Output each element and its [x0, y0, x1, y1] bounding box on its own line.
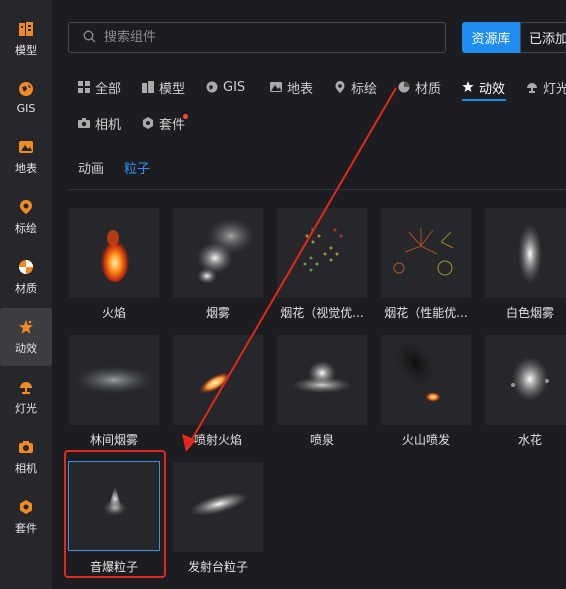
sidebar-item-label: GIS [16, 101, 36, 115]
firework-thumbnail [277, 208, 367, 298]
model-icon [17, 20, 35, 38]
sidebar-item-label: 动效 [15, 342, 37, 355]
category-all[interactable]: 全部 [78, 77, 121, 97]
terrain-icon [17, 138, 35, 156]
camera-icon [17, 438, 35, 456]
terrain-icon [270, 81, 282, 93]
category-model[interactable]: 模型 [142, 77, 185, 97]
category-label: 地表 [287, 81, 314, 97]
new-badge-dot [183, 114, 188, 119]
marker-icon [17, 198, 35, 216]
category-terrain[interactable]: 地表 [270, 77, 313, 97]
item-label: 喷射火焰 [193, 433, 242, 447]
sidebar-item-label: 相机 [15, 462, 37, 475]
sidebar-item-terrain[interactable]: 地表 [0, 128, 52, 186]
category-camera[interactable]: 相机 [78, 113, 121, 133]
sidebar-item-label: 地表 [15, 162, 37, 175]
pin-icon [334, 81, 346, 93]
fire-thumbnail [69, 208, 159, 298]
splash-thumbnail [485, 335, 566, 425]
material-icon [17, 258, 35, 276]
subtab-animation[interactable]: 动画 [78, 158, 104, 177]
item-label: 喷泉 [309, 433, 334, 447]
smoke-thumbnail [173, 208, 263, 298]
sidebar-item-effect[interactable]: 动效 [0, 308, 52, 366]
sidebar-item-light[interactable]: 灯光 [0, 368, 52, 426]
sidebar-item-label: 材质 [15, 282, 37, 295]
item-label: 林间烟雾 [89, 433, 138, 447]
category-gis[interactable]: GIS [206, 77, 245, 97]
active-category-underline [462, 99, 506, 101]
launchpad-thumbnail [173, 462, 263, 552]
item-label: 烟花（视觉优... [280, 306, 364, 320]
globe-icon [206, 81, 218, 93]
item-label: 水花 [517, 433, 542, 447]
category-label: 标绘 [351, 81, 378, 97]
forest-fog-thumbnail [69, 335, 159, 425]
camera-icon [78, 117, 90, 129]
category-label: 相机 [95, 117, 122, 133]
sidebar-item-label: 灯光 [15, 402, 37, 415]
search-input[interactable] [104, 30, 424, 45]
effect-icon [17, 318, 35, 336]
category-label: 全部 [95, 81, 122, 97]
item-label: 火山喷发 [401, 433, 450, 447]
item-label: 烟雾 [205, 306, 230, 320]
category-effect[interactable]: 动效 [462, 77, 505, 97]
star-icon [462, 81, 474, 93]
building-icon [142, 81, 154, 93]
white-smoke-thumbnail [485, 208, 566, 298]
sidebar-item-model[interactable]: 模型 [0, 10, 52, 68]
category-material[interactable]: 材质 [398, 77, 441, 97]
highlight-box [64, 450, 166, 578]
kit-icon [17, 498, 35, 516]
subtab-particle[interactable]: 粒子 [124, 158, 150, 177]
category-kit[interactable]: 套件 [142, 113, 185, 133]
volcano-thumbnail [381, 335, 471, 425]
sidebar-item-gis[interactable]: GIS [0, 68, 52, 126]
tab-added[interactable]: 已添加 [520, 22, 566, 53]
sidebar-item-marker[interactable]: 标绘 [0, 188, 52, 246]
material-ball-icon [398, 81, 410, 93]
component-library-panel: 资源库 已添加 全部 模型 GIS 地表 标绘 材质 动效 灯光 相机 套件 [52, 0, 566, 589]
jet-flame-thumbnail [173, 335, 263, 425]
light-icon [17, 378, 35, 396]
divider [68, 189, 566, 190]
sidebar-item-label: 模型 [15, 44, 37, 57]
category-label: 动效 [479, 81, 506, 97]
search-icon [83, 28, 96, 47]
category-light[interactable]: 灯光 [526, 77, 566, 97]
category-marker[interactable]: 标绘 [334, 77, 377, 97]
gis-icon [17, 80, 35, 98]
item-label: 烟花（性能优... [384, 306, 468, 320]
sidebar-item-label: 套件 [15, 522, 37, 535]
firework-thumbnail [381, 208, 471, 298]
tab-resource-library[interactable]: 资源库 [462, 22, 520, 53]
category-label: 材质 [415, 81, 442, 97]
lamp-icon [526, 81, 538, 93]
grid-icon [78, 81, 90, 93]
item-label: 发射台粒子 [187, 560, 248, 574]
left-sidebar: 模型 GIS 地表 标绘 材质 动效 灯光 相机 套件 [0, 0, 52, 589]
kit-icon [142, 117, 154, 129]
category-label: 套件 [159, 117, 186, 133]
category-label: 模型 [159, 81, 186, 97]
sidebar-item-camera[interactable]: 相机 [0, 428, 52, 486]
item-label: 火焰 [101, 306, 126, 320]
sidebar-item-kit[interactable]: 套件 [0, 488, 52, 546]
item-label: 白色烟雾 [505, 306, 554, 320]
fountain-thumbnail [277, 335, 367, 425]
sidebar-item-material[interactable]: 材质 [0, 248, 52, 306]
search-box[interactable] [68, 22, 446, 53]
sidebar-item-label: 标绘 [15, 222, 37, 235]
category-label: 灯光 [543, 81, 566, 97]
category-label: GIS [223, 79, 246, 95]
